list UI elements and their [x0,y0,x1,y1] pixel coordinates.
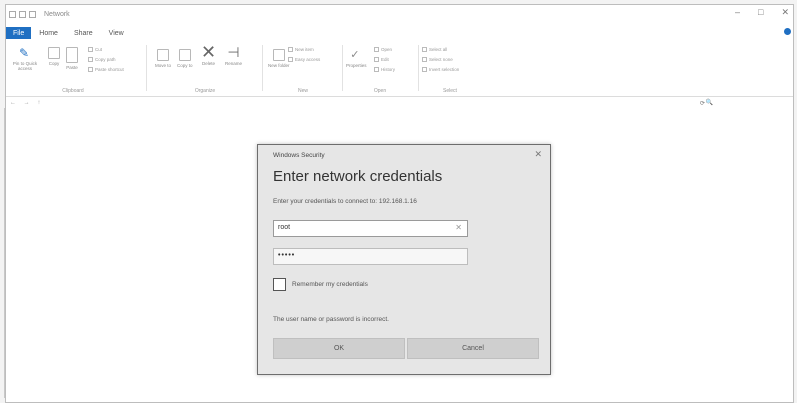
pin-button[interactable]: ✎ Pin to Quick access [10,47,40,71]
new-item-icon [288,47,293,52]
ribbon-divider [146,45,147,91]
properties-icon[interactable] [19,10,26,18]
open-icon [374,47,379,52]
clear-icon[interactable]: ✕ [455,223,462,232]
easy-access-icon [288,57,293,62]
tab-file[interactable]: File [6,27,32,39]
error-message: The user name or password is incorrect. [273,316,389,323]
select-none-icon [422,57,427,62]
copy-to-button[interactable]: Copy to [177,49,193,68]
edit-button[interactable]: Edit [374,57,389,62]
paste-shortcut-icon [88,67,93,72]
tab-home[interactable]: Home [31,30,66,37]
ribbon-tabs: File Home Share View [6,26,793,40]
clipboard-group: ✎ Pin to Quick access Copy Paste Cut Cop… [8,43,138,95]
dialog-close-icon[interactable]: ✕ [534,149,542,160]
maximize-button[interactable]: □ [758,7,763,18]
refresh-icon[interactable]: ⟳ [700,100,705,107]
paste-shortcut-button[interactable]: Paste shortcut [88,67,124,72]
delete-button[interactable]: ✕ Delete [201,42,217,66]
easy-access-button[interactable]: Easy access [288,57,320,62]
clipboard-group-label: Clipboard [62,88,84,94]
rename-button[interactable]: ⊣ Rename [225,45,242,66]
dialog-header: Windows Security [273,152,325,159]
tab-share[interactable]: Share [66,30,101,37]
username-field[interactable]: root ✕ [273,220,468,237]
select-group-label: Select [443,88,457,94]
select-none-button[interactable]: Select none [422,57,453,62]
ribbon-divider [262,45,263,91]
ribbon: ✎ Pin to Quick access Copy Paste Cut Cop… [6,41,793,97]
history-icon [374,67,379,72]
scissors-icon [88,47,93,52]
address-bar: ← → ↑ ⟳ 🔍 [6,98,793,110]
move-to-button[interactable]: Move to [155,49,171,68]
window-left-edge [4,108,5,398]
properties-button[interactable]: ✓ Properties [346,49,367,68]
ok-button[interactable]: OK [273,338,405,359]
dialog-subtitle: Enter your credentials to connect to: 19… [273,198,417,205]
open-group: ✓ Properties Open Edit History Open [344,43,416,95]
tab-view[interactable]: View [101,30,132,37]
move-to-icon [157,49,169,61]
remember-credentials-label: Remember my credentials [292,281,368,288]
cut-button[interactable]: Cut [88,47,102,52]
new-group: New folder New item Easy access New [266,43,340,95]
paste-button[interactable]: Paste [66,47,78,70]
organize-group: Move to Copy to ✕ Delete ⊣ Rename Organi… [151,43,259,95]
pin-icon: ✎ [19,46,30,60]
open-button[interactable]: Open [374,47,392,52]
username-value: root [278,224,291,231]
select-all-icon [422,47,427,52]
new-folder-icon [272,49,285,61]
quick-access-toolbar [6,10,36,18]
copy-icon [48,47,60,59]
new-group-label: New [297,88,308,94]
select-all-button[interactable]: Select all [422,47,447,52]
history-button[interactable]: History [374,67,395,72]
navigation-arrows[interactable]: ← → ↑ [10,100,43,106]
title-bar: Network – □ ✕ [6,5,793,23]
edit-icon [374,57,379,62]
copy-to-icon [178,49,191,61]
new-folder-button[interactable]: New folder [268,49,290,68]
open-group-label: Open [373,88,387,94]
credentials-dialog: Windows Security ✕ Enter network credent… [257,144,551,375]
delete-icon: ✕ [201,42,217,62]
dialog-buttons: OK Cancel [273,338,539,359]
minimize-button[interactable]: – [735,7,740,18]
folder-icon[interactable] [9,10,16,18]
select-group: Select all Select none Invert selection … [420,43,480,95]
help-icon[interactable] [784,28,791,35]
new-folder-icon[interactable] [29,10,36,18]
copy-button[interactable]: Copy [48,47,60,66]
close-button[interactable]: ✕ [781,7,789,18]
properties-icon: ✓ [350,49,360,61]
copy-path-icon [88,57,93,62]
password-field[interactable]: ••••• [273,248,468,265]
paste-icon [66,47,78,63]
rename-icon: ⊣ [227,44,240,60]
window-controls: – □ ✕ [735,7,789,18]
ribbon-divider [342,45,343,91]
invert-selection-button[interactable]: Invert selection [422,67,459,72]
copy-path-button[interactable]: Copy path [88,57,116,62]
new-item-button[interactable]: New item [288,47,314,52]
window-title: Network [44,10,70,18]
organize-group-label: Organize [194,88,216,94]
ribbon-divider [418,45,419,91]
remember-credentials-checkbox[interactable] [273,278,286,291]
cancel-button[interactable]: Cancel [407,338,539,359]
search-icon[interactable]: 🔍 [706,99,713,106]
invert-selection-icon [422,67,427,72]
dialog-title: Enter network credentials [273,168,443,185]
